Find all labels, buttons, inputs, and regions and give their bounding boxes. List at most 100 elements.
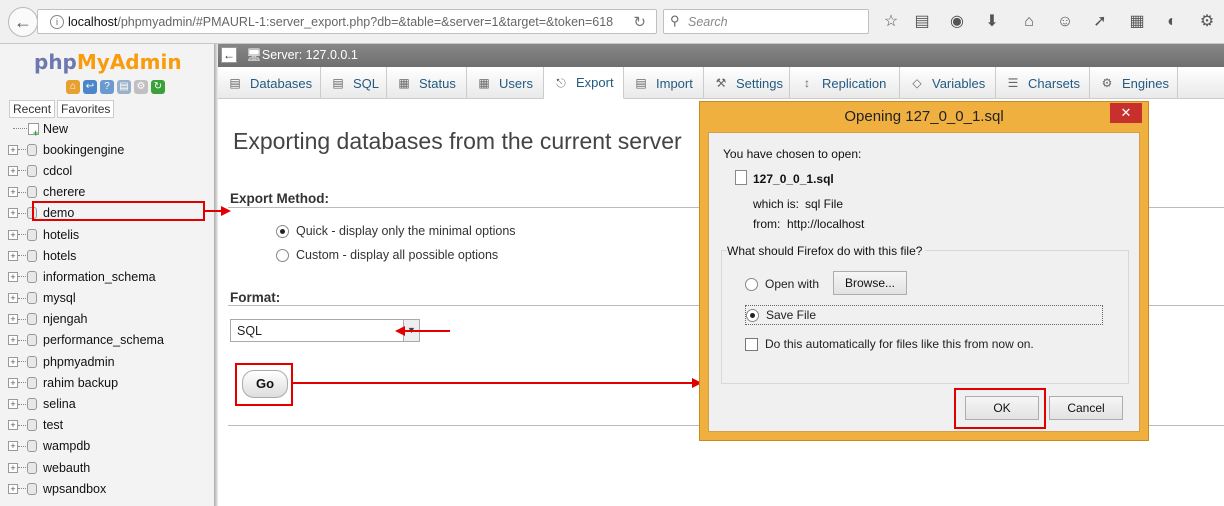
tab-charsets[interactable]: ☰ Charsets — [996, 67, 1090, 99]
tab-replication[interactable]: ↕ Replication — [790, 67, 900, 99]
database-item[interactable]: + cdcol — [0, 160, 214, 181]
expand-icon[interactable]: + — [8, 441, 18, 452]
database-tree: + New + bookingengine + cdcol + cherere + demo +… — [0, 118, 214, 499]
annotation-line — [404, 330, 450, 332]
custom-option[interactable]: Custom - display all possible options — [276, 248, 498, 262]
tab-variables[interactable]: ◇ Variables — [900, 67, 996, 99]
expand-icon[interactable]: + — [8, 229, 18, 240]
search-placeholder: Search — [688, 15, 728, 29]
database-item[interactable]: + hotelis — [0, 224, 214, 245]
tab-users[interactable]: ▦ Users — [467, 67, 544, 99]
expand-icon[interactable]: + — [8, 377, 18, 388]
nav-resizer[interactable] — [214, 44, 218, 506]
download-icon[interactable]: ⬇ — [981, 11, 1003, 33]
reload-nav-icon[interactable]: ↻ — [151, 80, 165, 94]
tab-databases[interactable]: ▤ Databases — [218, 67, 321, 99]
reload-icon[interactable]: ↻ — [633, 13, 646, 31]
file-name: 127_0_0_1.sql — [753, 172, 834, 186]
cancel-button[interactable]: Cancel — [1049, 396, 1123, 420]
address-bar[interactable]: i localhost/phpmyadmin/#PMAURL-1:server_… — [37, 9, 657, 34]
tab-favorites[interactable]: Favorites — [57, 100, 115, 118]
tab-settings[interactable]: ⚒ Settings — [704, 67, 790, 99]
expand-icon[interactable]: + — [8, 208, 18, 219]
expand-icon[interactable]: + — [8, 483, 18, 494]
open-with-radio[interactable] — [745, 277, 758, 291]
format-select[interactable]: SQL ▼ — [230, 319, 420, 342]
page-title: Exporting databases from the current ser… — [233, 128, 682, 154]
database-item[interactable]: + mysql — [0, 288, 214, 309]
expand-icon[interactable]: + — [8, 293, 18, 304]
tab-sql[interactable]: ▤ SQL — [321, 67, 387, 99]
collapse-nav-icon[interactable]: ← — [221, 47, 237, 63]
database-item[interactable]: + hotels — [0, 245, 214, 266]
bookmark-star-icon[interactable]: ☆ — [880, 11, 902, 33]
menu-icon[interactable]: ⚙ — [1196, 11, 1218, 33]
expand-icon[interactable]: + — [8, 314, 18, 325]
pocket-icon[interactable]: ◉ — [946, 11, 968, 33]
docs-icon[interactable]: ▤ — [117, 80, 131, 94]
auto-option[interactable]: Do this automatically for files like thi… — [745, 337, 1034, 351]
database-item[interactable]: + selina — [0, 393, 214, 414]
quick-radio[interactable] — [276, 224, 289, 238]
expand-icon[interactable]: + — [8, 144, 18, 155]
phpmyadmin-logo[interactable]: phpMyAdmin — [34, 50, 182, 74]
database-item[interactable]: + wampdb — [0, 436, 214, 457]
expand-icon[interactable]: + — [8, 250, 18, 261]
back-arrow-icon[interactable]: ← — [8, 7, 38, 37]
tab-export[interactable]: ⎋ Export — [544, 67, 624, 99]
new-database-item[interactable]: + New — [0, 118, 214, 139]
expand-icon[interactable]: + — [8, 420, 18, 431]
database-item[interactable]: + performance_schema — [0, 330, 214, 351]
chat-icon[interactable]: ☺ — [1054, 11, 1076, 33]
close-icon[interactable]: ✕ — [1110, 103, 1142, 123]
quick-option[interactable]: Quick - display only the minimal options — [276, 224, 516, 238]
database-item[interactable]: + cherere — [0, 182, 214, 203]
auto-checkbox[interactable] — [745, 337, 758, 351]
settings-icon[interactable]: ⚙ — [134, 80, 148, 94]
expand-icon[interactable]: + — [8, 271, 18, 282]
tab-engines[interactable]: ⚙ Engines — [1090, 67, 1178, 99]
browser-extension-icon[interactable]: ◐ — [1161, 11, 1183, 33]
expand-icon[interactable]: + — [8, 399, 18, 410]
save-file-option[interactable]: Save File — [745, 305, 1103, 325]
expand-icon[interactable]: + — [8, 356, 18, 367]
reading-list-icon[interactable]: ▤ — [911, 11, 933, 33]
database-item[interactable]: + bookingengine — [0, 139, 214, 160]
open-with-option[interactable]: Open with — [745, 277, 819, 291]
expand-icon[interactable]: + — [8, 165, 18, 176]
tool-icon[interactable]: ➚ — [1089, 11, 1111, 33]
database-icon — [27, 270, 37, 283]
engines-icon: ⚙ — [1101, 76, 1113, 90]
expand-icon[interactable]: + — [8, 187, 18, 198]
databases-icon: ▤ — [229, 76, 241, 90]
tab-import[interactable]: ▤ Import — [624, 67, 704, 99]
database-item[interactable]: + test — [0, 415, 214, 436]
expand-icon[interactable]: + — [8, 335, 18, 346]
browse-button[interactable]: Browse... — [833, 271, 907, 295]
database-item[interactable]: + information_schema — [0, 266, 214, 287]
tab-status[interactable]: ▦ Status — [387, 67, 467, 99]
database-icon — [27, 440, 37, 453]
export-icon: ⎋ — [556, 75, 566, 90]
database-name: webauth — [43, 460, 91, 475]
database-item[interactable]: + njengah — [0, 309, 214, 330]
extension-icon[interactable]: ▦ — [1126, 11, 1148, 33]
exit-icon[interactable]: ↩ — [83, 80, 97, 94]
search-input[interactable]: ⚲ Search — [663, 9, 869, 34]
expand-icon[interactable]: + — [8, 462, 18, 473]
database-item[interactable]: + webauth — [0, 457, 214, 478]
database-item[interactable]: + phpmyadmin — [0, 351, 214, 372]
navigation-panel: phpMyAdmin ⌂ ↩ ? ▤ ⚙ ↻ Recent Favorites … — [0, 44, 216, 506]
tab-recent[interactable]: Recent — [9, 100, 56, 118]
server-label[interactable]: 🖥Server: 127.0.0.1 — [246, 48, 358, 63]
sql-icon: ▤ — [332, 76, 344, 90]
save-file-radio[interactable] — [746, 308, 759, 322]
database-item[interactable]: + wpsandbox — [0, 478, 214, 499]
database-item[interactable]: + rahim backup — [0, 372, 214, 393]
help-icon[interactable]: ? — [100, 80, 114, 94]
home-icon[interactable]: ⌂ — [66, 80, 80, 94]
database-name: phpmyadmin — [43, 354, 115, 369]
custom-radio[interactable] — [276, 248, 289, 262]
home-icon[interactable]: ⌂ — [1018, 11, 1040, 33]
nav-icon-row: ⌂ ↩ ? ▤ ⚙ ↻ — [66, 80, 165, 94]
